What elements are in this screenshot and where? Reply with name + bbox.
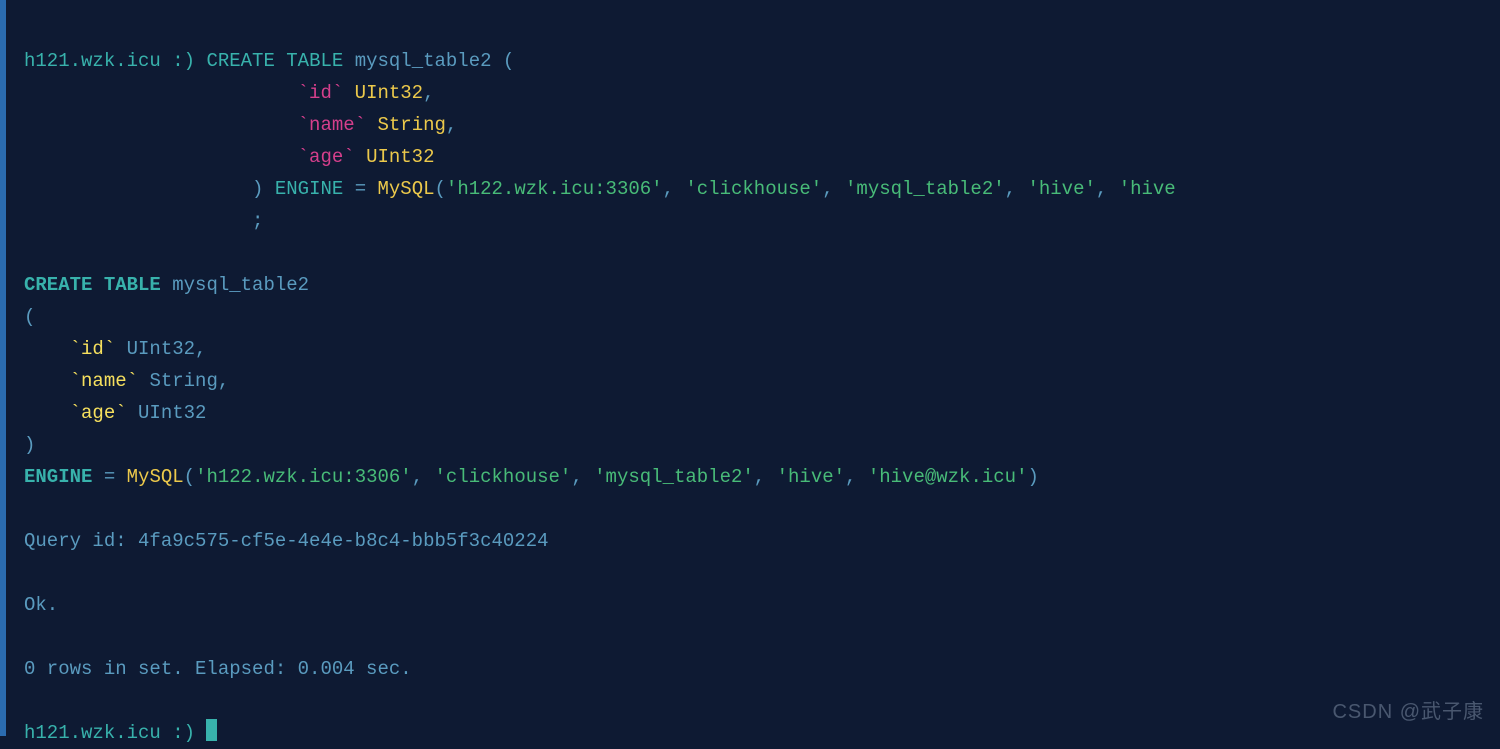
indent <box>24 114 252 136</box>
echo-lparen: ( <box>24 306 35 328</box>
punct-comma: , <box>571 466 594 488</box>
punct-comma: , <box>663 178 686 200</box>
echo-mysql-fn: MySQL <box>127 466 184 488</box>
punct-comma: , <box>218 370 229 392</box>
indent <box>24 146 252 168</box>
engine-mysql: MySQL <box>378 178 435 200</box>
col-age-type: UInt32 <box>366 146 434 168</box>
ok-text: Ok. <box>24 594 58 616</box>
echo-rparen: ) <box>24 434 35 456</box>
punct-comma: , <box>446 114 457 136</box>
cursor-icon <box>206 719 217 741</box>
echo-col-id: `id` <box>70 338 116 360</box>
keyword-engine: ENGINE <box>275 178 343 200</box>
col-name-name: `name` <box>298 114 366 136</box>
col-id-name: `id` <box>298 82 344 104</box>
punct-comma: , <box>195 338 206 360</box>
echo-arg-host: 'h122.wzk.icu:3306' <box>195 466 412 488</box>
echo-create-table: CREATE TABLE <box>24 274 161 296</box>
prompt-host: h121.wzk.icu :) <box>24 50 195 72</box>
indent <box>24 210 252 232</box>
arg-host: 'h122.wzk.icu:3306' <box>446 178 663 200</box>
keyword-create: CREATE <box>206 50 274 72</box>
echo-col-age-type: UInt32 <box>138 402 206 424</box>
punct-comma: , <box>822 178 845 200</box>
query-id: 4fa9c575-cf5e-4e4e-b8c4-bbb5f3c40224 <box>138 530 548 552</box>
arg-db: 'clickhouse' <box>685 178 822 200</box>
punct-comma: , <box>845 466 868 488</box>
col-age-name: `age` <box>298 146 355 168</box>
echo-col-name: `name` <box>70 370 138 392</box>
echo-arg-pass: 'hive@wzk.icu' <box>868 466 1028 488</box>
punct-comma: , <box>423 82 434 104</box>
col-id-type: UInt32 <box>355 82 423 104</box>
echo-col-name-type: String <box>149 370 217 392</box>
punct-lparen: ( <box>435 178 446 200</box>
table-name: mysql_table2 <box>355 50 492 72</box>
punct-comma: , <box>1096 178 1119 200</box>
echo-eq: = <box>104 466 115 488</box>
punct-lparen: ( <box>503 50 514 72</box>
punct-eq: = <box>355 178 366 200</box>
punct-semi: ; <box>252 210 263 232</box>
prompt-host: h121.wzk.icu :) <box>24 722 195 744</box>
punct-rparen: ) <box>1027 466 1038 488</box>
scroll-indicator[interactable] <box>0 0 6 736</box>
query-id-label: Query id: <box>24 530 127 552</box>
echo-col-id-type: UInt32 <box>127 338 195 360</box>
punct-comma: , <box>412 466 435 488</box>
punct-comma: , <box>1005 178 1028 200</box>
rows-text: 0 rows in set. Elapsed: 0.004 sec. <box>24 658 412 680</box>
echo-arg-user: 'hive' <box>777 466 845 488</box>
echo-table-name: mysql_table2 <box>172 274 309 296</box>
terminal-output[interactable]: h121.wzk.icu :) CREATE TABLE mysql_table… <box>24 45 1500 749</box>
col-name-type: String <box>377 114 445 136</box>
keyword-table: TABLE <box>286 50 343 72</box>
echo-col-age: `age` <box>70 402 127 424</box>
echo-arg-table: 'mysql_table2' <box>594 466 754 488</box>
echo-arg-db: 'clickhouse' <box>435 466 572 488</box>
echo-engine: ENGINE <box>24 466 92 488</box>
watermark-text: CSDN @武子康 <box>1332 696 1484 728</box>
punct-rparen: ) <box>252 178 263 200</box>
indent <box>24 178 252 200</box>
arg-pass-trunc: 'hive <box>1119 178 1176 200</box>
punct-comma: , <box>754 466 777 488</box>
punct-lparen: ( <box>184 466 195 488</box>
indent <box>24 82 252 104</box>
arg-user: 'hive' <box>1027 178 1095 200</box>
arg-table: 'mysql_table2' <box>845 178 1005 200</box>
